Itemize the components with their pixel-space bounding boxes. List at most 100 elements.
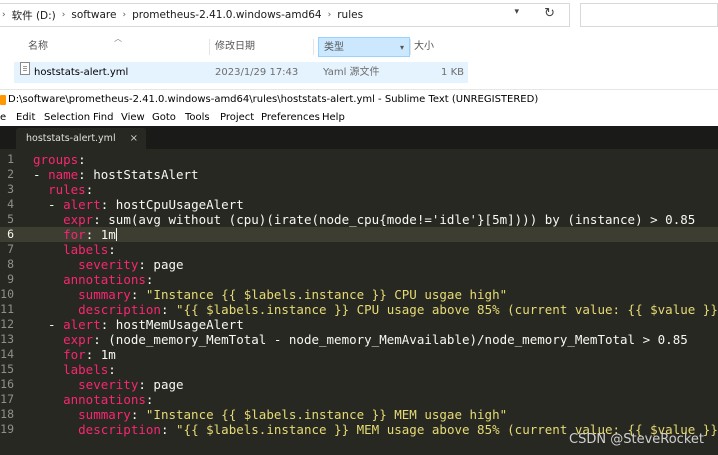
code-line[interactable]: 15 labels: [0,362,718,377]
yaml-key: rules [48,182,86,197]
code-line[interactable]: 16 severity: page [0,377,718,392]
code-line[interactable]: 7 labels: [0,242,718,257]
yaml-key: summary [78,287,131,302]
line-number: 19 [0,422,14,436]
column-header-type[interactable]: 类型 ▾ [318,37,410,57]
menu-tools[interactable]: Tools [185,109,210,126]
line-number: 10 [0,287,14,301]
menu-project[interactable]: Project [220,109,254,126]
code-line[interactable]: 5 expr: sum(avg without (cpu)(irate(node… [0,212,718,227]
menu-preferences[interactable]: Preferences [261,109,320,126]
code-editor[interactable]: 1 groups: 2- name: hostStatsAlert 3 rules: 4… [0,149,718,455]
refresh-icon[interactable]: ↻ [544,6,555,21]
menu-file[interactable]: e [0,109,6,126]
code-line[interactable]: 1 groups: [0,152,718,167]
file-explorer: › 软件 (D:) › software › prometheus-2.41.0… [0,0,718,89]
line-number: 16 [0,377,14,391]
yaml-key: description [78,422,161,437]
title-bar: D:\software\prometheus-2.41.0.windows-am… [0,89,718,109]
code-text: - name: hostStatsAlert [33,167,199,182]
yaml-key: name [48,167,79,182]
menu-edit[interactable]: Edit [16,109,35,126]
code-text: expr: (node_memory_MemTotal - node_memor… [33,332,688,347]
code-line[interactable]: 11 description: "{{ $labels.instance }} … [0,302,718,317]
menu-find[interactable]: Find [93,109,114,126]
menu-help[interactable]: Help [322,109,345,126]
line-number: 7 [7,242,14,256]
yaml-value: hostMemUsageAlert [108,317,244,332]
column-header-size[interactable]: 大小 [414,37,434,57]
code-line[interactable]: 6 for: 1m [0,227,718,242]
yaml-colon: : [108,242,116,257]
code-line[interactable]: 17 annotations: [0,392,718,407]
breadcrumb-rules[interactable]: rules [337,9,363,21]
column-divider[interactable] [410,39,411,55]
line-number: 4 [7,197,14,211]
address-bar[interactable]: › 软件 (D:) › software › prometheus-2.41.0… [0,3,570,27]
line-number: 9 [7,272,14,286]
yaml-key: labels [63,362,109,377]
yaml-key: for [63,347,86,362]
code-line[interactable]: 2 - name: hostStatsAlert [0,167,718,182]
column-header-date[interactable]: 修改日期 [215,37,255,57]
yaml-key: expr [63,212,94,227]
code-line[interactable]: 4 - alert: hostCpuUsageAlert [0,197,718,212]
yaml-string: "Instance {{ $labels.instance }} MEM usg… [145,407,508,422]
yaml-colon: : [93,332,101,347]
chevron-down-icon[interactable]: ▾ [514,7,519,17]
code-line[interactable]: 13 expr: (node_memory_MemTotal - node_me… [0,332,718,347]
column-header-name[interactable]: 名称 [28,37,48,57]
menu-view[interactable]: View [121,109,145,126]
yaml-value: hostCpuUsageAlert [108,197,244,212]
text-cursor [115,228,117,241]
code-line[interactable]: 10 summary: "Instance {{ $labels.instanc… [0,287,718,302]
breadcrumb-drive[interactable]: 软件 (D:) [12,8,56,23]
file-date: 2023/1/29 17:43 [215,67,299,78]
yaml-colon: : [108,362,116,377]
line-number: 11 [0,302,14,316]
yaml-key: annotations [63,272,146,287]
close-icon[interactable]: × [130,128,138,149]
code-text: annotations: [33,392,153,407]
column-divider[interactable] [209,39,210,55]
code-line[interactable]: 14 for: 1m [0,347,718,362]
yaml-value [138,287,146,302]
yaml-value: page [145,377,184,392]
code-line[interactable]: 8 severity: page [0,257,718,272]
yaml-value: hostStatsAlert [85,167,199,182]
line-number: 1 [7,152,14,166]
code-line[interactable]: 12 - alert: hostMemUsageAlert [0,317,718,332]
breadcrumb-software[interactable]: software [71,9,116,21]
code-text: for: 1m [33,347,116,362]
chevron-down-icon[interactable]: ▾ [400,38,404,58]
yaml-value [138,407,146,422]
code-text: description: "{{ $labels.instance }} CPU… [33,302,718,317]
menu-goto[interactable]: Goto [152,109,176,126]
menu-bar: e Edit Selection Find View Goto Tools Pr… [0,109,718,126]
code-line[interactable]: 18 summary: "Instance {{ $labels.instanc… [0,407,718,422]
code-line[interactable]: 3 rules: [0,182,718,197]
code-text: annotations: [33,272,153,287]
code-line[interactable]: 9 annotations: [0,272,718,287]
breadcrumb-prometheus[interactable]: prometheus-2.41.0.windows-amd64 [132,9,322,21]
tab-hoststats-alert[interactable]: hoststats-alert.yml × [16,128,146,149]
file-size: 1 KB [441,67,464,78]
sublime-logo-icon [0,95,6,105]
column-divider[interactable] [313,39,314,55]
file-row[interactable]: hoststats-alert.yml 2023/1/29 17:43 Yaml… [14,62,468,83]
file-type: Yaml 源文件 [323,67,380,78]
window-title: D:\software\prometheus-2.41.0.windows-am… [8,94,539,105]
yaml-value: sum(avg without (cpu)(irate(node_cpu{mod… [100,212,696,227]
menu-selection[interactable]: Selection [44,109,90,126]
yaml-value: (node_memory_MemTotal - node_memory_MemA… [100,332,688,347]
breadcrumb: › 软件 (D:) › software › prometheus-2.41.0… [0,4,363,26]
search-input[interactable] [580,3,718,27]
